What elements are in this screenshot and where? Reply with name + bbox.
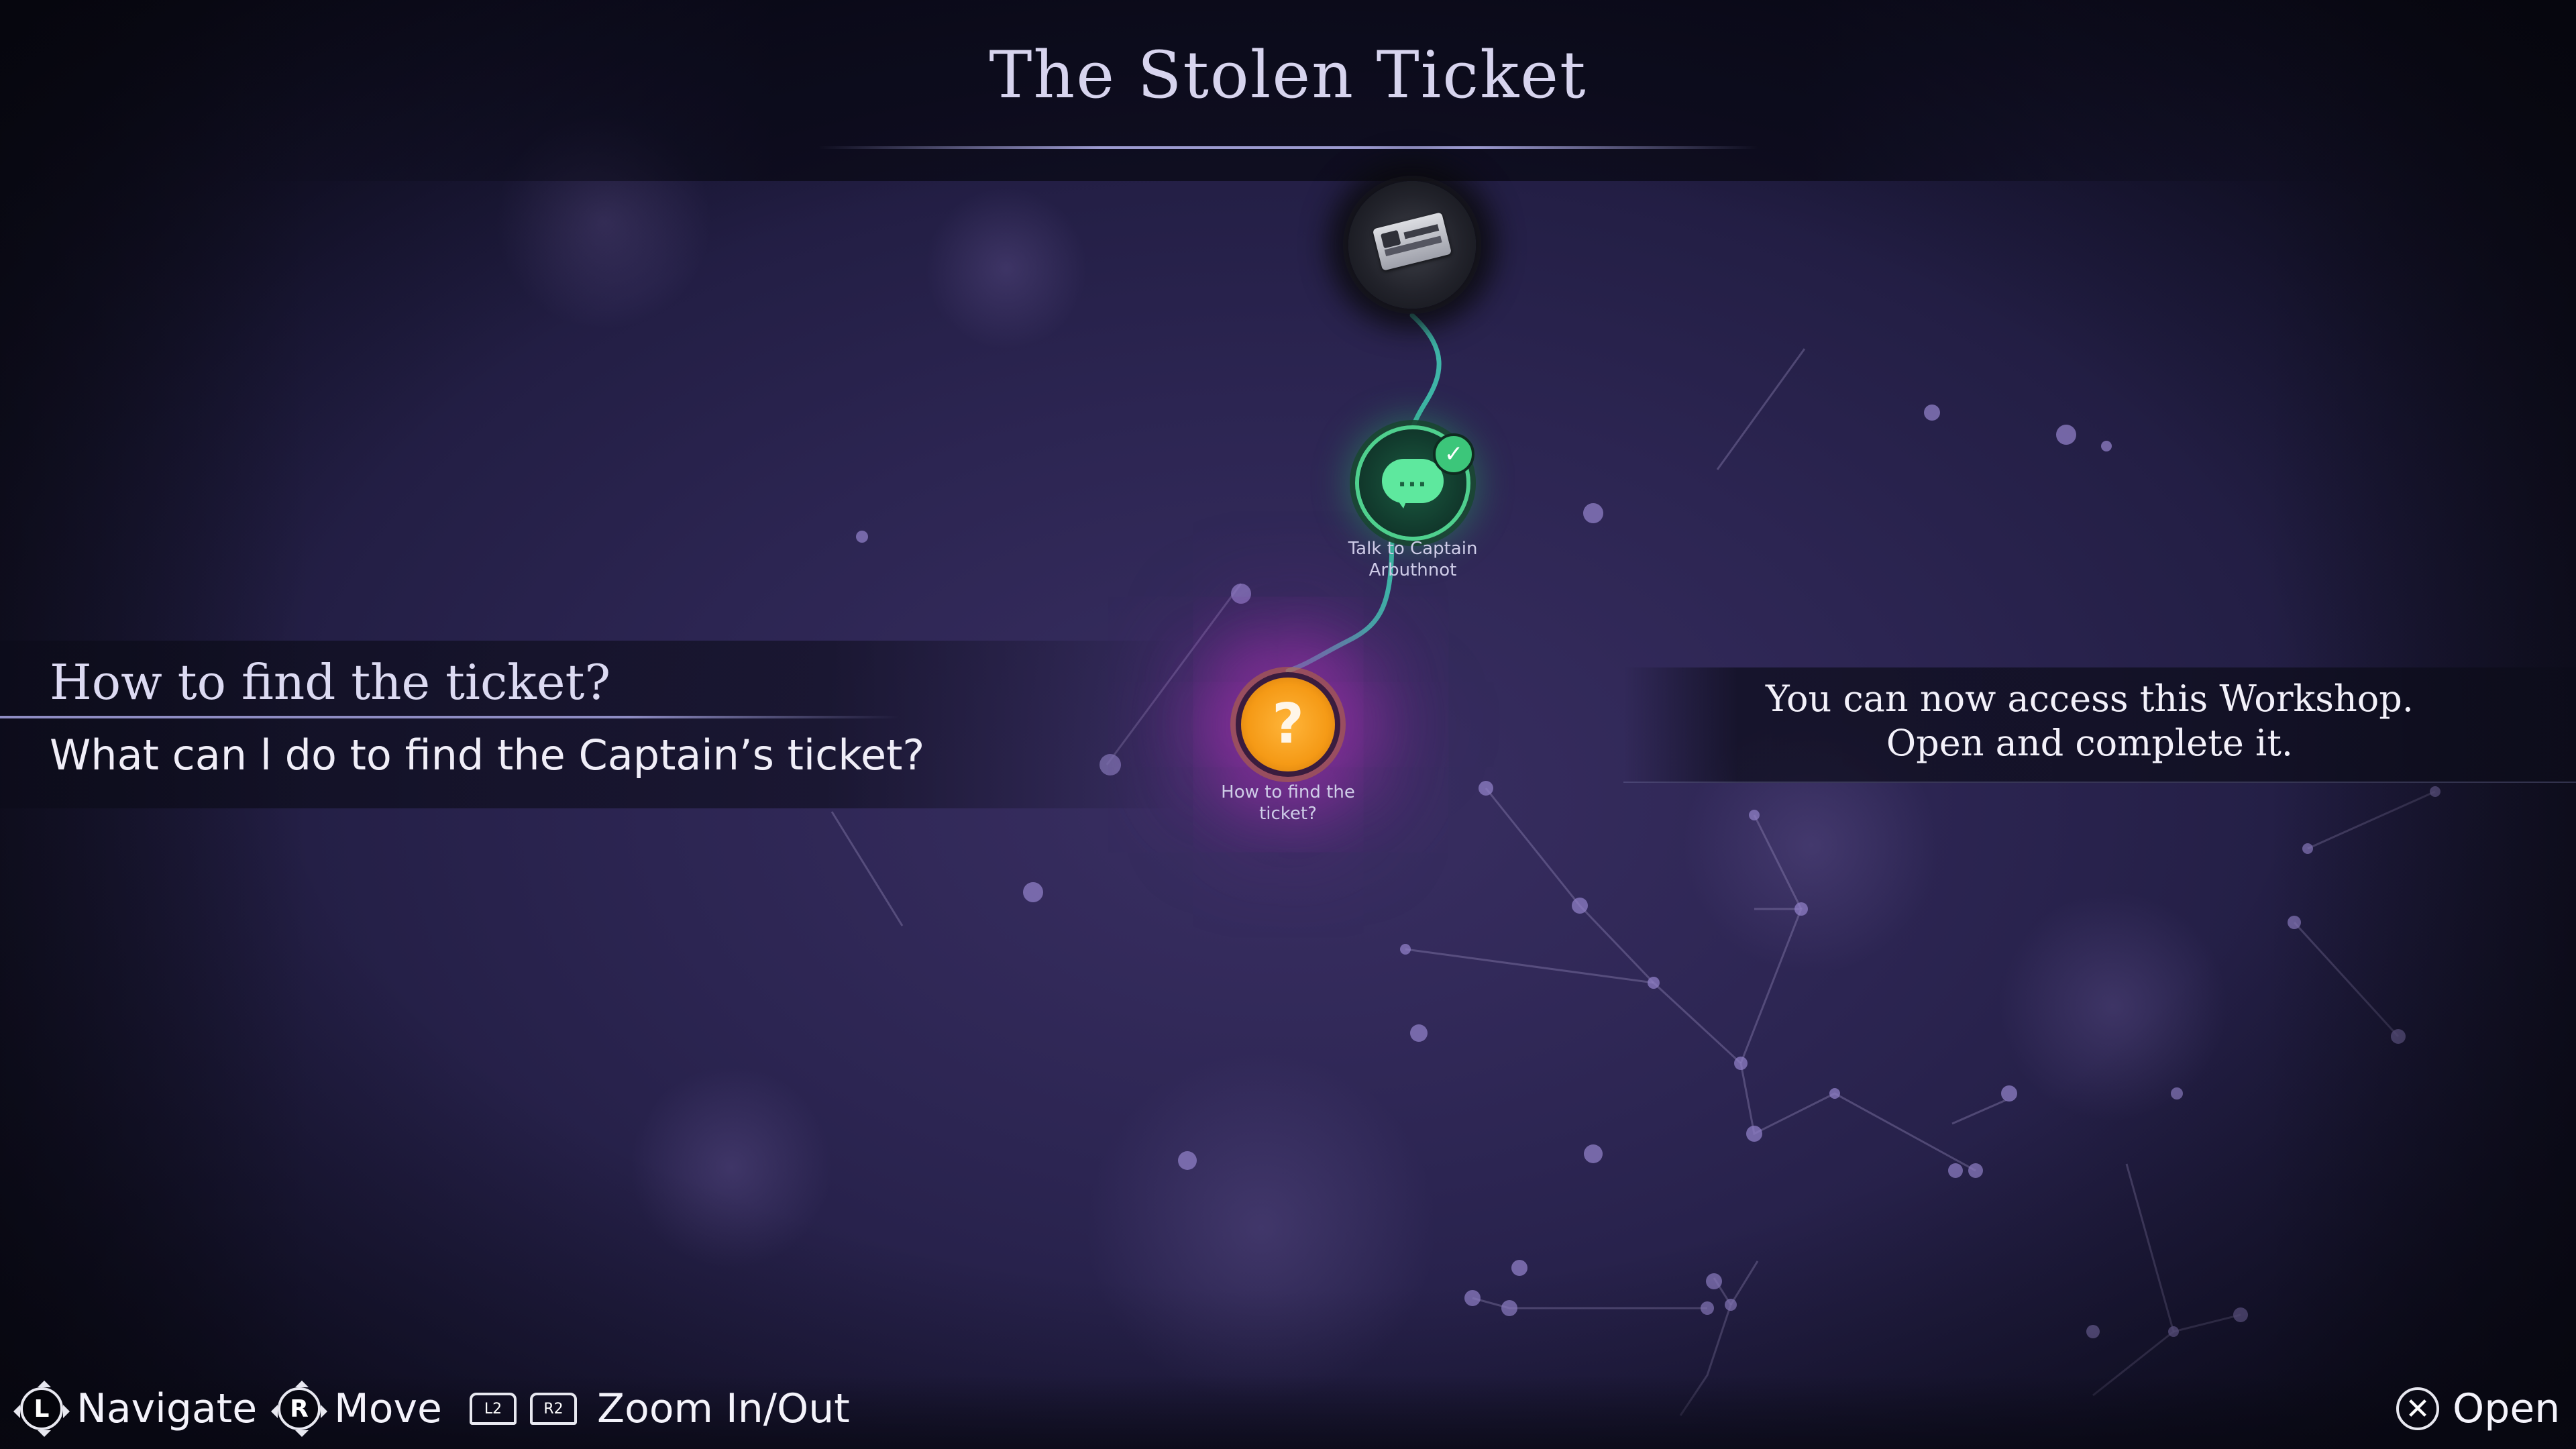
quest-divider: [0, 716, 899, 718]
zoom-prompt[interactable]: L2 R2 Zoom In/Out: [470, 1382, 850, 1436]
speech-dots: ...: [1397, 466, 1428, 492]
ticket-node[interactable]: [1348, 181, 1476, 309]
quest-description: What can l do to find the Captain’s tick…: [50, 731, 925, 780]
move-label: Move: [334, 1385, 442, 1432]
open-prompt[interactable]: ✕ Open: [2396, 1382, 2560, 1436]
quest-detail-panel: How to find the ticket? What can l do to…: [0, 641, 1181, 808]
quest-title: How to find the ticket?: [50, 654, 611, 710]
navigate-prompt[interactable]: L Navigate: [13, 1381, 258, 1437]
talk-node-label: Talk to Captain Arbuthnot: [1348, 539, 1478, 580]
completed-check-icon: ✓: [1433, 433, 1474, 475]
left-stick-letter: L: [34, 1395, 50, 1423]
r2-trigger-icon: R2: [530, 1393, 577, 1425]
workshop-info-text: You can now access this Workshop. Open a…: [1766, 678, 2414, 764]
right-stick-letter: R: [290, 1395, 309, 1423]
how-to-find-ticket-node[interactable]: ?: [1241, 678, 1335, 771]
zoom-label: Zoom In/Out: [597, 1385, 850, 1432]
constellation-lines: [830, 348, 2436, 1416]
question-node-label: How to find the ticket?: [1221, 782, 1355, 824]
move-prompt[interactable]: R Move: [271, 1381, 442, 1437]
cross-button-icon: ✕: [2396, 1387, 2439, 1430]
page-title: The Stolen Ticket: [989, 38, 1587, 113]
question-mark-icon: ?: [1272, 692, 1304, 756]
right-stick-icon: R: [271, 1381, 327, 1437]
navigate-label: Navigate: [76, 1385, 258, 1432]
title-band: The Stolen Ticket: [0, 0, 2576, 181]
title-divider: [818, 146, 1758, 149]
workshop-info-panel: You can now access this Workshop. Open a…: [1623, 667, 2576, 783]
open-label: Open: [2453, 1385, 2561, 1432]
l2-trigger-icon: L2: [470, 1393, 517, 1425]
ticket-icon: [1372, 212, 1452, 271]
left-stick-icon: L: [13, 1381, 70, 1437]
speech-bubble-icon: ...: [1382, 459, 1444, 508]
